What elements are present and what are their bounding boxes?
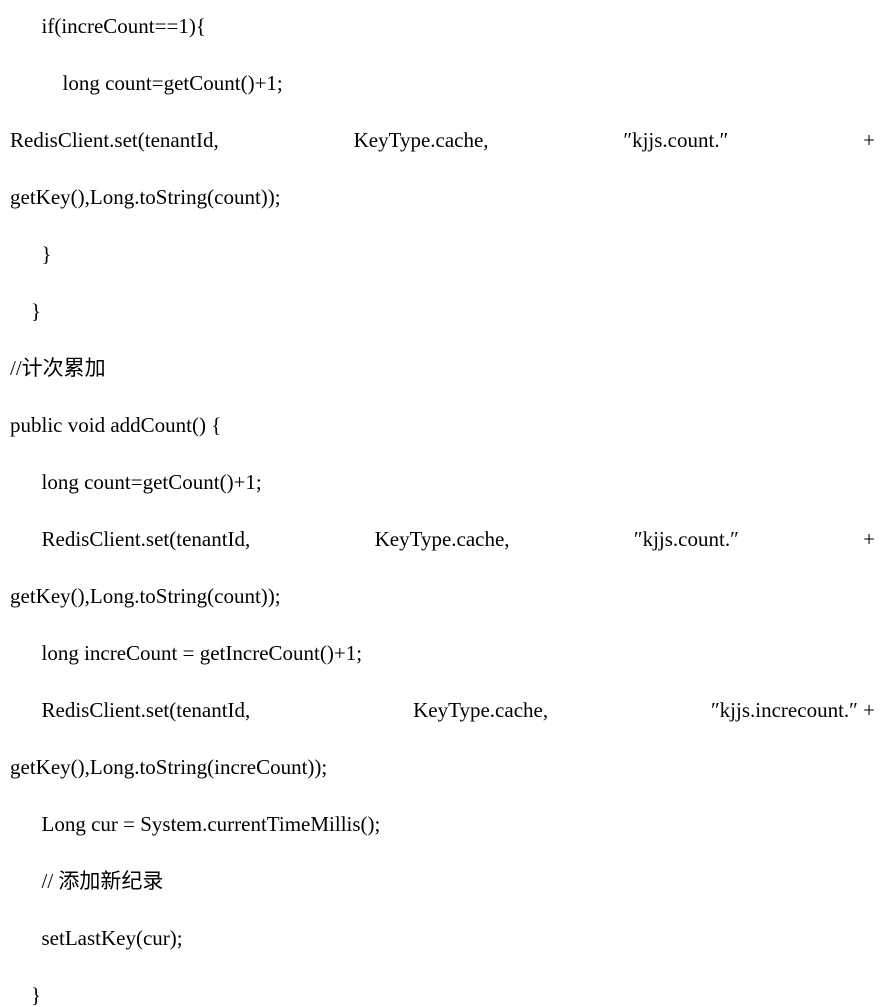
code-line: if(increCount==1){ bbox=[10, 16, 875, 37]
code-segment: RedisClient.set(tenantId, bbox=[10, 529, 250, 550]
code-segment: ″kjjs.increcount.″ + bbox=[711, 700, 875, 721]
code-line: Long cur = System.currentTimeMillis(); bbox=[10, 814, 875, 835]
code-segment: ″kjjs.count.″ bbox=[623, 130, 728, 151]
code-segment: KeyType.cache, bbox=[354, 130, 489, 151]
code-line: } bbox=[10, 301, 875, 322]
code-line: // 添加新纪录 bbox=[10, 871, 875, 892]
code-line: public void addCount() { bbox=[10, 415, 875, 436]
code-line: long count=getCount()+1; bbox=[10, 73, 875, 94]
code-segment: RedisClient.set(tenantId, bbox=[10, 130, 219, 151]
code-line: long increCount = getIncreCount()+1; bbox=[10, 643, 875, 664]
code-line: } bbox=[10, 985, 875, 1006]
code-line: getKey(),Long.toString(count)); bbox=[10, 187, 875, 208]
code-line: getKey(),Long.toString(increCount)); bbox=[10, 757, 875, 778]
code-segment: + bbox=[863, 130, 875, 151]
code-segment: KeyType.cache, bbox=[375, 529, 510, 550]
code-line: setLastKey(cur); bbox=[10, 928, 875, 949]
code-block: if(increCount==1){ long count=getCount()… bbox=[0, 0, 885, 1006]
code-line: } bbox=[10, 244, 875, 265]
code-line: RedisClient.set(tenantId, KeyType.cache,… bbox=[10, 130, 875, 151]
code-segment: + bbox=[863, 529, 875, 550]
code-segment: ″kjjs.count.″ bbox=[634, 529, 739, 550]
code-line: RedisClient.set(tenantId, KeyType.cache,… bbox=[10, 529, 875, 550]
code-line: long count=getCount()+1; bbox=[10, 472, 875, 493]
code-line: //计次累加 bbox=[10, 358, 875, 379]
code-segment: RedisClient.set(tenantId, bbox=[10, 700, 250, 721]
code-line: getKey(),Long.toString(count)); bbox=[10, 586, 875, 607]
code-segment: KeyType.cache, bbox=[413, 700, 548, 721]
code-line: RedisClient.set(tenantId, KeyType.cache,… bbox=[10, 700, 875, 721]
